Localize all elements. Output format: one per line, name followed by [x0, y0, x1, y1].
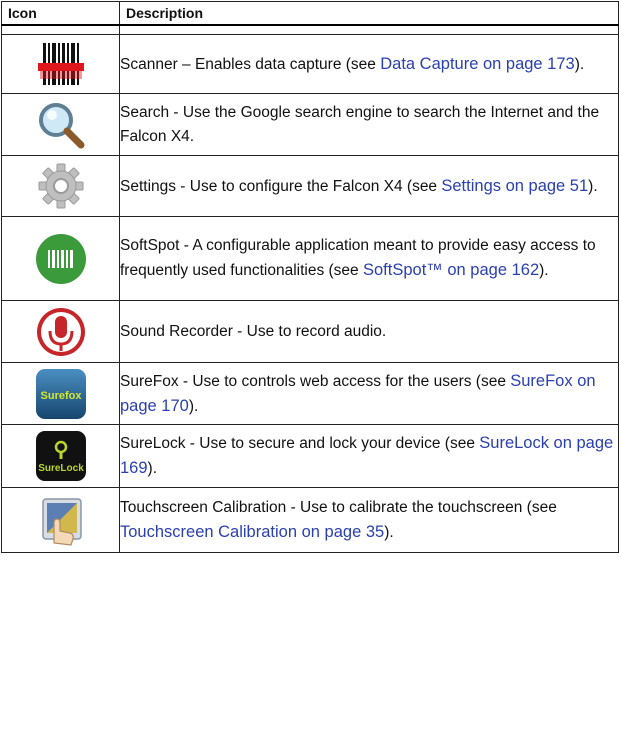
table-row: Settings - Use to configure the Falcon X…	[1, 155, 619, 217]
description-text-end: ).	[384, 523, 394, 541]
description-text: Search - Use the Google search engine to…	[120, 103, 600, 145]
table-row: SoftSpot - A configurable application me…	[1, 216, 619, 301]
surelock-logo-text: SureLock	[38, 463, 84, 474]
header-separator-row	[1, 24, 619, 35]
icon-cell	[1, 34, 120, 94]
scanner-icon	[34, 37, 88, 91]
description-text: Sound Recorder - Use to record audio.	[120, 322, 387, 340]
table-row: Sound Recorder - Use to record audio.	[1, 300, 619, 363]
table-header-row: Icon Description	[1, 1, 619, 26]
table-row: SureLock SureLock - Use to secure and lo…	[1, 424, 619, 488]
icon-cell	[1, 155, 120, 217]
link-settings[interactable]: Settings on page 51	[441, 177, 588, 195]
link-softspot[interactable]: SoftSpot™ on page 162	[363, 261, 539, 279]
icon-cell	[1, 300, 120, 363]
description-cell: Touchscreen Calibration - Use to calibra…	[119, 487, 619, 553]
icon-cell	[1, 487, 120, 553]
table-row: Touchscreen Calibration - Use to calibra…	[1, 487, 619, 553]
icon-cell	[1, 216, 120, 301]
description-text: SureLock - Use to secure and lock your d…	[120, 435, 480, 452]
description-cell: SureLock - Use to secure and lock your d…	[119, 424, 619, 488]
description-text: Touchscreen Calibration - Use to calibra…	[120, 498, 557, 516]
touchscreen-calibration-icon	[34, 493, 88, 547]
description-text-end: ).	[588, 177, 598, 195]
microphone-icon	[34, 305, 88, 359]
description-text: SureFox - Use to controls web access for…	[120, 372, 511, 390]
description-text-end: ).	[147, 460, 157, 477]
surefox-icon: Surefox	[34, 367, 88, 421]
description-text-end: ).	[539, 262, 549, 279]
icon-cell: Surefox	[1, 362, 120, 425]
surelock-icon: SureLock	[34, 429, 88, 483]
icon-cell	[1, 93, 120, 156]
description-cell: SureFox - Use to controls web access for…	[119, 362, 619, 425]
description-cell: SoftSpot - A configurable application me…	[119, 216, 619, 301]
description-text: Settings - Use to configure the Falcon X…	[120, 177, 442, 195]
header-icon: Icon	[1, 1, 120, 26]
header-description: Description	[119, 1, 619, 26]
description-text: Scanner – Enables data capture (see	[120, 55, 381, 73]
icon-cell: SureLock	[1, 424, 120, 488]
icon-description-table: Icon Description Scanner – Enables data …	[1, 1, 619, 553]
description-cell: Search - Use the Google search engine to…	[119, 93, 619, 156]
surefox-logo-text: Surefox	[40, 390, 82, 402]
description-text-end: ).	[574, 55, 585, 73]
table-row: Scanner – Enables data capture (see Data…	[1, 34, 619, 94]
search-magnifier-icon	[34, 98, 88, 152]
description-text-end: ).	[188, 397, 199, 415]
link-data-capture[interactable]: Data Capture on page 173	[380, 55, 574, 73]
link-touchscreen-calibration[interactable]: Touchscreen Calibration on page 35	[120, 523, 384, 541]
table-row: Search - Use the Google search engine to…	[1, 93, 619, 156]
settings-gear-icon	[34, 159, 88, 213]
description-cell: Sound Recorder - Use to record audio.	[119, 300, 619, 363]
description-cell: Settings - Use to configure the Falcon X…	[119, 155, 619, 217]
table-row: Surefox SureFox - Use to controls web ac…	[1, 362, 619, 425]
description-cell: Scanner – Enables data capture (see Data…	[119, 34, 619, 94]
softspot-barcode-icon	[34, 232, 88, 286]
